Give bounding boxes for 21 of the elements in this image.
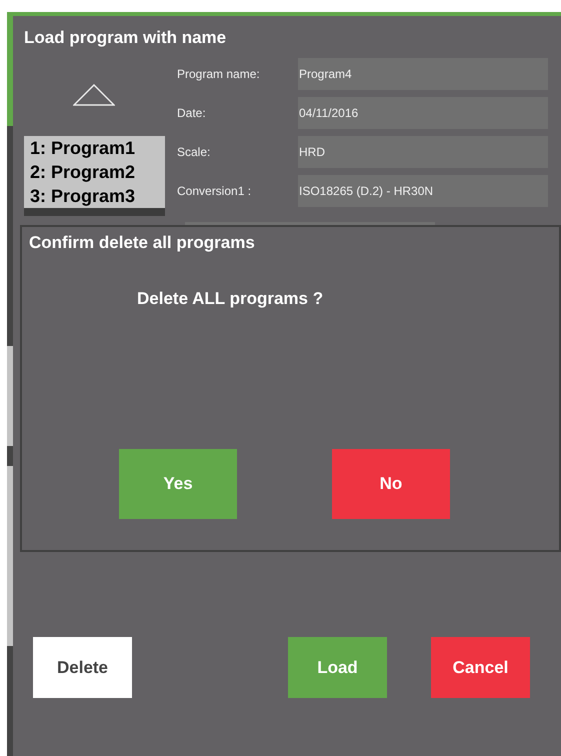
- program-list-item[interactable]: 2: Program2: [24, 160, 165, 184]
- value-field[interactable]: 04/11/2016: [298, 97, 548, 129]
- window-title: Load program with name: [24, 28, 226, 48]
- no-button[interactable]: No: [332, 449, 450, 519]
- yes-button[interactable]: Yes: [119, 449, 237, 519]
- load-button[interactable]: Load: [288, 637, 387, 698]
- field-label: Date:: [177, 105, 207, 122]
- field-label: Scale:: [177, 144, 212, 161]
- scroll-up-icon[interactable]: [73, 84, 115, 106]
- value-field[interactable]: Program4: [298, 58, 548, 90]
- program-list-item[interactable]: 3: Program3: [24, 184, 165, 208]
- dialog-message: Delete ALL programs ?: [137, 289, 324, 309]
- delete-button[interactable]: Delete: [33, 637, 132, 698]
- program-list-item[interactable]: 1: Program1: [24, 136, 165, 160]
- value-field[interactable]: ISO18265 (D.2) - HR30N: [298, 175, 548, 207]
- value-field[interactable]: HRD: [298, 136, 548, 168]
- field-label: Conversion1 :: [177, 183, 252, 200]
- program-list[interactable]: 1: Program1 2: Program2 3: Program3: [24, 136, 165, 216]
- dialog-title: Confirm delete all programs: [29, 233, 255, 253]
- cancel-button[interactable]: Cancel: [431, 637, 530, 698]
- field-label: Program name:: [177, 66, 261, 83]
